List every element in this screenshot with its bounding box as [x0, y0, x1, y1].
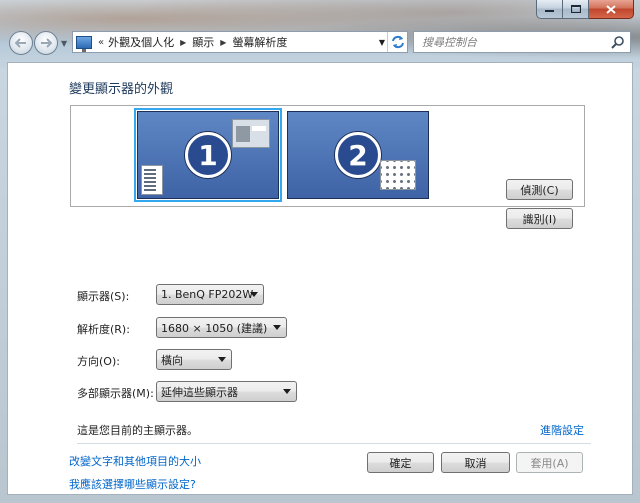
- chevron-right-icon[interactable]: ▶: [180, 38, 186, 47]
- primary-display-info: 這是您目前的主顯示器。: [77, 424, 198, 437]
- chevron-down-icon: [273, 325, 281, 330]
- orientation-select[interactable]: 橫向: [156, 349, 232, 370]
- refresh-button[interactable]: [387, 32, 407, 52]
- resolution-select-value: 1680 × 1050 (建議): [161, 321, 268, 335]
- display-select[interactable]: 1. BenQ FP202W: [156, 284, 264, 305]
- forward-arrow-icon: [41, 38, 52, 48]
- breadcrumb-appearance[interactable]: 外觀及個人化: [108, 34, 174, 50]
- display-label: 顯示器(S):: [77, 290, 130, 303]
- monitor-2[interactable]: 2: [287, 111, 429, 199]
- cancel-button[interactable]: 取消: [441, 452, 510, 473]
- display-select-value: 1. BenQ FP202W: [161, 288, 254, 301]
- search-input[interactable]: [422, 35, 612, 49]
- monitor-number-badge: 1: [185, 132, 231, 178]
- resolution-select[interactable]: 1680 × 1050 (建議): [156, 317, 287, 338]
- chevron-down-icon: [283, 389, 291, 394]
- search-box[interactable]: [413, 31, 631, 53]
- chevron-down-icon: [218, 357, 226, 362]
- orientation-select-value: 橫向: [161, 353, 183, 367]
- breadcrumb-overflow[interactable]: «: [98, 37, 104, 48]
- caption-buttons: [536, 0, 634, 19]
- maximize-icon: [570, 5, 581, 13]
- taskbar-preview-icon: [141, 165, 163, 195]
- close-icon: [606, 4, 616, 14]
- desktop-grid-icon: [380, 160, 416, 190]
- ok-button[interactable]: 確定: [367, 452, 434, 473]
- multiple-displays-select[interactable]: 延伸這些顯示器: [156, 381, 297, 402]
- monitor-number-badge: 2: [335, 132, 381, 178]
- apply-button[interactable]: 套用(A): [516, 452, 583, 473]
- identify-button[interactable]: 識別(I): [506, 208, 573, 229]
- orientation-label: 方向(O):: [77, 355, 120, 368]
- close-button[interactable]: [589, 0, 634, 19]
- text-size-link[interactable]: 改變文字和其他項目的大小: [69, 453, 201, 469]
- nav-buttons: [9, 31, 58, 55]
- back-button[interactable]: [9, 31, 33, 55]
- address-bar[interactable]: « 外觀及個人化 ▶ 顯示 ▶ 螢幕解析度 ▼: [72, 31, 408, 53]
- forward-button[interactable]: [34, 31, 58, 55]
- breadcrumb-screen-resolution[interactable]: 螢幕解析度: [232, 34, 287, 50]
- recent-pages-dropdown[interactable]: ▼: [61, 39, 67, 48]
- breadcrumb-display[interactable]: 顯示: [192, 34, 214, 50]
- page-title: 變更顯示器的外觀: [69, 82, 174, 97]
- back-arrow-icon: [15, 38, 26, 48]
- section-divider: [77, 443, 591, 444]
- control-panel-icon: [76, 35, 92, 52]
- which-settings-link[interactable]: 我應該選擇哪些顯示設定?: [69, 476, 196, 492]
- multiple-displays-select-value: 延伸這些顯示器: [161, 385, 238, 399]
- resolution-label: 解析度(R):: [77, 323, 130, 336]
- detect-button[interactable]: 偵測(C): [506, 179, 573, 200]
- chevron-right-icon[interactable]: ▶: [220, 38, 226, 47]
- maximize-button[interactable]: [563, 0, 589, 19]
- address-dropdown-icon[interactable]: ▼: [379, 38, 385, 47]
- minimize-button[interactable]: [536, 0, 563, 19]
- content-panel: 變更顯示器的外觀 1 2 偵測(C) 識別(I) 顯示器(S): 1. BenQ…: [7, 62, 633, 495]
- monitor-1[interactable]: 1: [134, 108, 282, 202]
- advanced-settings-link[interactable]: 進階設定: [540, 422, 584, 438]
- multiple-displays-label: 多部顯示器(M):: [77, 387, 154, 400]
- search-icon[interactable]: [611, 35, 625, 49]
- window-preview-icon: [232, 119, 270, 148]
- refresh-icon: [391, 35, 404, 49]
- minimize-icon: [545, 10, 554, 12]
- chevron-down-icon: [250, 292, 258, 297]
